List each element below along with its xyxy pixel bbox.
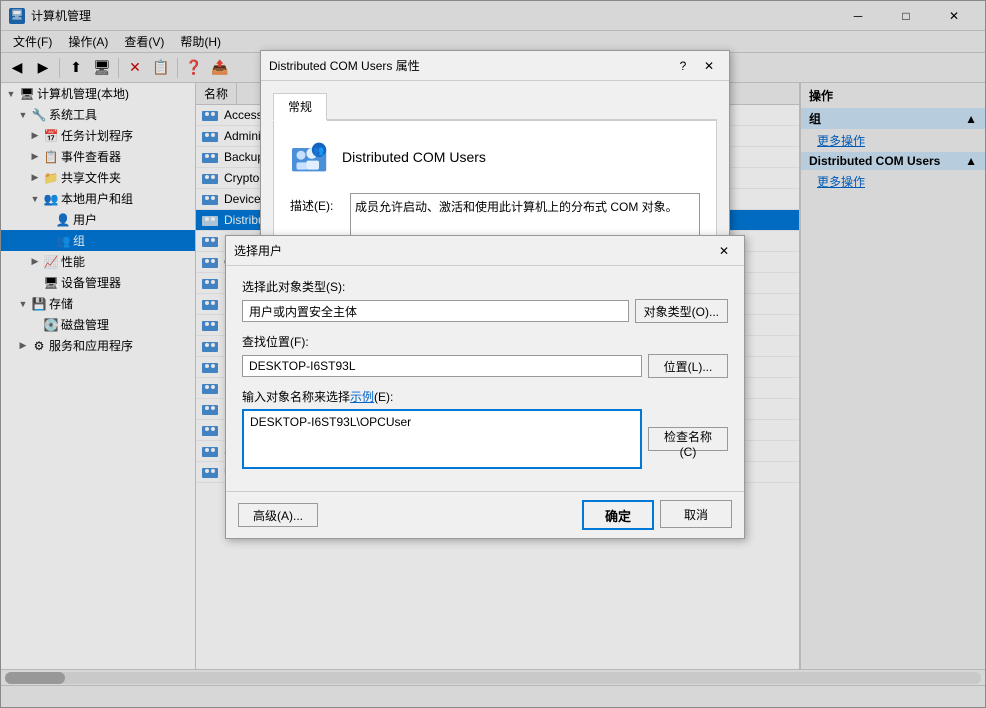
select-user-content: 选择此对象类型(S): 对象类型(O)... 查找位置(F): 位置(L)...…: [226, 266, 744, 491]
object-type-input[interactable]: [242, 300, 629, 322]
user-input-row-container: 输入对象名称来选择示例(E): 检查名称(C): [242, 388, 728, 469]
user-name-input-row: 检查名称(C): [242, 409, 728, 469]
group-icon: 👥: [290, 137, 330, 177]
properties-close-button[interactable]: ✕: [697, 54, 721, 78]
group-display-name: Distributed COM Users: [342, 149, 486, 165]
object-type-button[interactable]: 对象类型(O)...: [635, 299, 728, 323]
desc-label: 描述(E):: [290, 193, 350, 214]
location-input[interactable]: [242, 355, 642, 377]
tab-general[interactable]: 常规: [273, 93, 327, 121]
footer-confirm-cancel: 确定 取消: [582, 500, 732, 530]
cancel-button[interactable]: 取消: [660, 500, 732, 528]
location-row: 查找位置(F): 位置(L)...: [242, 333, 728, 378]
select-user-title-bar: 选择用户 ✕: [226, 236, 744, 266]
object-type-label: 选择此对象类型(S):: [242, 278, 728, 295]
object-type-input-row: 对象类型(O)...: [242, 299, 728, 323]
object-type-row: 选择此对象类型(S): 对象类型(O)...: [242, 278, 728, 323]
group-info: 👥 Distributed COM Users: [290, 137, 700, 177]
location-label: 查找位置(F):: [242, 333, 728, 350]
user-input-example-link[interactable]: 示例: [350, 390, 374, 404]
properties-dialog-title-bar: Distributed COM Users 属性 ? ✕: [261, 51, 729, 81]
properties-help-button[interactable]: ?: [671, 54, 695, 78]
properties-dialog-title: Distributed COM Users 属性: [269, 57, 671, 74]
user-input-label-suffix: (E):: [374, 390, 393, 404]
properties-dialog-controls: ? ✕: [671, 54, 721, 78]
select-user-controls: ✕: [712, 239, 736, 263]
user-input-label-prefix: 输入对象名称来选择: [242, 390, 350, 404]
select-user-close-button[interactable]: ✕: [712, 239, 736, 263]
confirm-button[interactable]: 确定: [582, 500, 654, 530]
select-user-dialog: 选择用户 ✕ 选择此对象类型(S): 对象类型(O)... 查找位置(F): 位…: [225, 235, 745, 539]
advanced-button[interactable]: 高级(A)...: [238, 503, 318, 527]
check-name-button[interactable]: 检查名称(C): [648, 427, 728, 451]
user-name-input[interactable]: [242, 409, 642, 469]
user-input-label: 输入对象名称来选择示例(E):: [242, 388, 728, 405]
svg-text:👥: 👥: [313, 145, 324, 155]
tabs-bar: 常规: [273, 93, 717, 121]
location-button[interactable]: 位置(L)...: [648, 354, 728, 378]
select-user-title: 选择用户: [234, 242, 712, 259]
location-input-row: 位置(L)...: [242, 354, 728, 378]
select-user-footer: 高级(A)... 确定 取消: [226, 491, 744, 538]
